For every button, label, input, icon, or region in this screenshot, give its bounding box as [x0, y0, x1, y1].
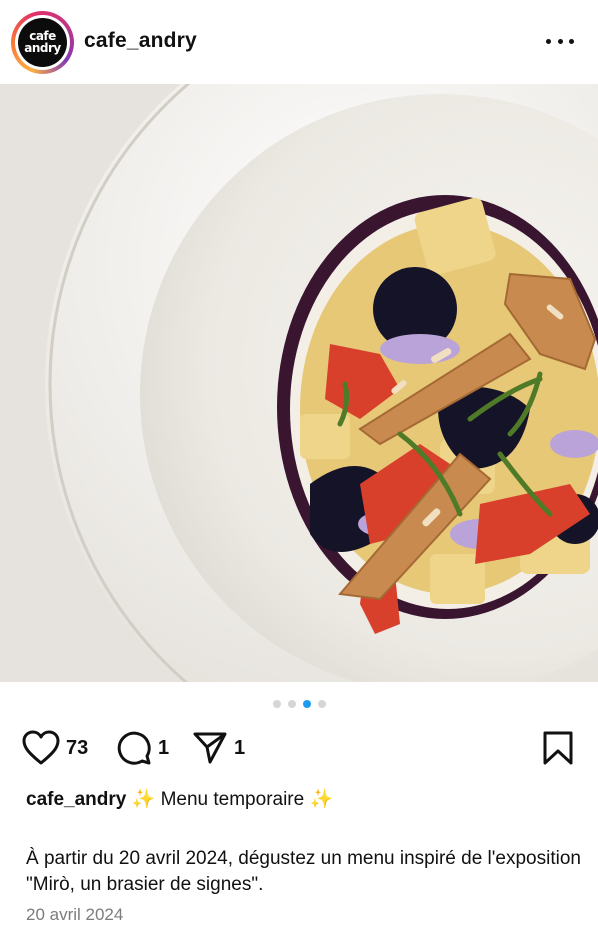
more-dot	[569, 38, 574, 44]
caption-description: À partir du 20 avril 2024, dégustez un m…	[26, 848, 581, 895]
sparkles-icon: ✨	[309, 789, 334, 810]
share-count[interactable]: 1	[234, 737, 245, 760]
more-options-icon[interactable]	[546, 30, 574, 52]
carousel-indicator	[0, 700, 598, 708]
carousel-dot-active	[302, 700, 311, 708]
comment-button[interactable]: 1	[116, 728, 169, 768]
comment-icon	[116, 730, 152, 766]
caption-title: Menu temporaire	[160, 789, 305, 810]
more-dot	[557, 38, 563, 44]
like-button[interactable]: 73	[22, 728, 88, 768]
more-dot	[546, 38, 551, 44]
post-username[interactable]: cafe_andry	[84, 29, 197, 53]
post-caption: cafe_andry ✨ Menu temporaire ✨	[26, 787, 333, 811]
carousel-dot	[287, 700, 296, 708]
post-date: 20 avril 2024	[26, 905, 124, 924]
sparkles-icon: ✨	[131, 789, 156, 810]
send-icon	[192, 730, 228, 766]
share-button[interactable]: 1	[192, 728, 245, 768]
post-header: cafe andry cafe_andry	[0, 0, 598, 84]
heart-icon	[22, 730, 60, 766]
avatar[interactable]: cafe andry	[15, 15, 70, 70]
carousel-dot	[272, 700, 281, 708]
dessert-plate-illustration	[0, 84, 598, 682]
carousel-dot	[317, 700, 326, 708]
story-ring[interactable]: cafe andry	[11, 11, 74, 74]
like-count[interactable]: 73	[66, 737, 88, 760]
avatar-logo-line2: andry	[24, 40, 61, 55]
post-photo[interactable]	[0, 84, 598, 682]
caption-username[interactable]: cafe_andry	[26, 789, 126, 810]
bookmark-icon[interactable]	[542, 730, 574, 771]
avatar-logo: cafe andry	[18, 18, 67, 67]
action-bar: 73 1 1	[0, 728, 598, 772]
comment-count[interactable]: 1	[158, 737, 169, 760]
